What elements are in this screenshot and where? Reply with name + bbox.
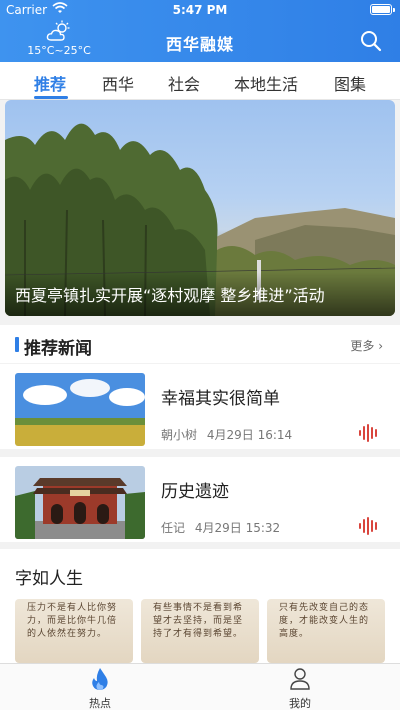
quote-card-text: 有些事情不是看到希望才去坚持，而是坚持了才有得到希望。 xyxy=(153,603,244,639)
recommended-news-header: 推荐新闻 更多 › xyxy=(0,325,400,363)
news-headline: 幸福其实很简单 xyxy=(161,389,280,409)
news-thumbnail xyxy=(15,466,145,539)
news-date: 4月29日 15:32 xyxy=(194,521,281,535)
nav-hot[interactable]: 热点 xyxy=(60,667,140,710)
status-time: 5:47 PM xyxy=(172,3,228,17)
news-item[interactable]: 幸福其实很简单 朝小树 4月29日 16:14 xyxy=(0,364,400,449)
flame-icon xyxy=(92,668,108,690)
banner-caption-overlay: 西夏亭镇扎实开展“逐村观摩 整乡推进”活动 xyxy=(5,272,395,316)
audio-wave-icon xyxy=(359,517,377,535)
nav-mine-label: 我的 xyxy=(289,697,311,710)
featured-banner[interactable]: 西夏亭镇扎实开展“逐村观摩 整乡推进”活动 xyxy=(5,100,395,316)
more-link[interactable]: 更多 › xyxy=(350,337,383,354)
quote-section-title: 字如人生 xyxy=(15,569,83,589)
app-title: 西华融媒 xyxy=(165,35,234,54)
status-bar: Carrier 5:47 PM xyxy=(0,0,400,20)
quote-section: 字如人生 压力不是有人比你努力，而是比你牛几倍的人依然在努力。 有些事情不是看到… xyxy=(0,549,400,663)
section-title: 推荐新闻 xyxy=(24,339,92,359)
news-author: 任记 xyxy=(161,521,186,535)
news-meta: 任记 4月29日 15:32 xyxy=(161,519,280,536)
quote-card-text: 只有先改变自己的态度，才能改变人生的高度。 xyxy=(279,603,370,639)
search-button[interactable] xyxy=(360,30,382,52)
audio-wave-icon xyxy=(359,424,377,442)
news-headline: 历史遗迹 xyxy=(161,482,229,502)
news-thumbnail xyxy=(15,373,145,446)
tab-recommend[interactable]: 推荐 xyxy=(34,71,66,95)
quote-card[interactable]: 压力不是有人比你努力，而是比你牛几倍的人依然在努力。 xyxy=(15,599,133,663)
news-date: 4月29日 16:14 xyxy=(206,428,293,442)
tab-local-life[interactable]: 本地生活 xyxy=(234,71,298,95)
quote-card[interactable]: 只有先改变自己的态度，才能改变人生的高度。 xyxy=(267,599,385,663)
quote-card-text: 压力不是有人比你努力，而是比你牛几倍的人依然在努力。 xyxy=(27,603,118,639)
audio-play-button[interactable] xyxy=(358,517,380,535)
chevron-right-icon: › xyxy=(378,339,383,353)
news-author: 朝小树 xyxy=(161,428,198,442)
audio-play-button[interactable] xyxy=(358,424,380,442)
more-label: 更多 xyxy=(350,339,375,353)
news-item[interactable]: 历史遗迹 任记 4月29日 15:32 xyxy=(0,457,400,542)
tab-society[interactable]: 社会 xyxy=(168,71,200,95)
active-tab-indicator xyxy=(34,96,68,99)
app-header: Carrier 5:47 PM 15°C~25°C 西华融媒 xyxy=(0,0,400,62)
nav-mine[interactable]: 我的 xyxy=(260,667,340,710)
user-icon xyxy=(290,668,310,690)
banner-caption: 西夏亭镇扎实开展“逐村观摩 整乡推进”活动 xyxy=(15,286,325,305)
search-icon xyxy=(361,31,382,52)
quote-card[interactable]: 有些事情不是看到希望才去坚持，而是坚持了才有得到希望。 xyxy=(141,599,259,663)
bottom-navigation: 热点 我的 xyxy=(0,663,400,710)
tab-xihua[interactable]: 西华 xyxy=(102,71,134,95)
battery-icon xyxy=(370,4,395,15)
section-accent-bar xyxy=(15,337,19,352)
nav-hot-label: 热点 xyxy=(89,697,111,710)
news-meta: 朝小树 4月29日 16:14 xyxy=(161,426,292,443)
tab-gallery[interactable]: 图集 xyxy=(334,71,366,95)
category-tabs: 推荐 西华 社会 本地生活 图集 xyxy=(0,62,400,100)
